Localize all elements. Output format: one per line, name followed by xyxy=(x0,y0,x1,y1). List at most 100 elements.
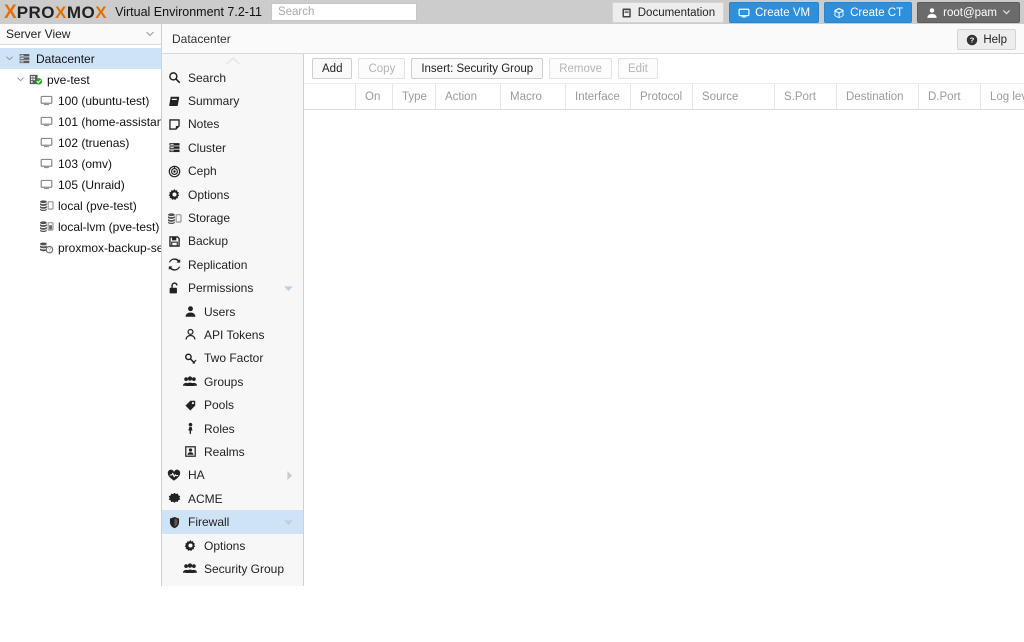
column-header-s-port[interactable]: S.Port xyxy=(775,84,837,109)
nav-collapse-toggle[interactable] xyxy=(162,54,303,66)
column-header-d-port[interactable]: D.Port xyxy=(919,84,981,109)
nav-item-users[interactable]: Users xyxy=(162,300,303,323)
user-label: root@pam xyxy=(943,6,997,19)
tree-item-local-lvm-pve-test[interactable]: local-lvm (pve-test) xyxy=(0,216,161,237)
nav-item-cluster[interactable]: Cluster xyxy=(162,136,303,159)
replication-icon xyxy=(162,258,186,271)
nav-item-label: Security Group xyxy=(204,561,285,576)
book-icon xyxy=(621,7,633,19)
tree-item-101-home-assistant[interactable]: 101 (home-assistant) xyxy=(0,111,161,132)
add-button[interactable]: Add xyxy=(312,58,353,79)
proxmox-web-ui: X PROXMOX Virtual Environment 7.2-11 Doc… xyxy=(0,0,1024,642)
storage-icon xyxy=(162,212,186,225)
tree-item-100-ubuntu-test[interactable]: 100 (ubuntu-test) xyxy=(0,90,161,111)
column-header-index[interactable] xyxy=(304,84,356,109)
tree-item-pve-test[interactable]: pve-test xyxy=(0,69,161,90)
help-button[interactable]: ? Help xyxy=(957,29,1016,50)
column-header-protocol[interactable]: Protocol xyxy=(631,84,693,109)
nav-item-ceph[interactable]: Ceph xyxy=(162,160,303,183)
insert-security-group-button[interactable]: Insert: Security Group xyxy=(411,58,544,79)
nav-item-ha[interactable]: HA xyxy=(162,464,303,487)
nav-item-api-tokens[interactable]: API Tokens xyxy=(162,323,303,346)
nav-item-realms[interactable]: Realms xyxy=(162,440,303,463)
top-header-bar: X PROXMOX Virtual Environment 7.2-11 Doc… xyxy=(0,0,1024,24)
datacenter-icon xyxy=(16,52,33,65)
nav-item-label: Storage xyxy=(188,211,231,226)
acme-icon xyxy=(162,492,186,505)
tree-item-label: local-lvm (pve-test) xyxy=(58,219,160,234)
pbs-icon: ? xyxy=(38,241,55,254)
column-header-on[interactable]: On xyxy=(356,84,393,109)
nav-item-pools[interactable]: Pools xyxy=(162,393,303,416)
nav-item-label: Groups xyxy=(204,374,244,389)
search-icon xyxy=(162,71,186,84)
firewall-rules-panel: Add Copy Insert: Security Group Remove Edit … xyxy=(304,54,1024,642)
tree-item-label: proxmox-backup-serv xyxy=(58,240,161,255)
tree-item-label: 100 (ubuntu-test) xyxy=(58,93,150,108)
nav-item-groups[interactable]: Groups xyxy=(162,370,303,393)
nav-item-backup[interactable]: Backup xyxy=(162,230,303,253)
nav-expand-down-icon[interactable] xyxy=(284,285,293,292)
create-ct-button[interactable]: Create CT xyxy=(824,2,913,23)
help-icon: ? xyxy=(966,34,978,46)
tree-item-datacenter[interactable]: Datacenter xyxy=(0,48,161,69)
column-header-interface[interactable]: Interface xyxy=(566,84,631,109)
proxmox-logo[interactable]: X PROXMOX xyxy=(4,0,107,24)
user-menu-button[interactable]: root@pam xyxy=(917,2,1020,23)
unlock-icon xyxy=(162,282,186,295)
cluster-icon xyxy=(162,141,186,154)
vm-icon xyxy=(38,115,55,128)
nav-item-roles[interactable]: Roles xyxy=(162,417,303,440)
tree-item-102-truenas[interactable]: 102 (truenas) xyxy=(0,132,161,153)
nav-item-storage[interactable]: Storage xyxy=(162,206,303,229)
create-vm-button[interactable]: Create VM xyxy=(729,2,820,23)
column-header-destination[interactable]: Destination xyxy=(837,84,919,109)
nav-expand-down-icon[interactable] xyxy=(284,519,293,526)
nav-item-acme[interactable]: ACME xyxy=(162,487,303,510)
nav-item-label: Users xyxy=(204,304,236,319)
nav-item-notes[interactable]: Notes xyxy=(162,113,303,136)
nav-item-two-factor[interactable]: Two Factor xyxy=(162,347,303,370)
create-vm-label: Create VM xyxy=(755,6,811,19)
documentation-button[interactable]: Documentation xyxy=(611,2,725,23)
nav-item-firewall[interactable]: Firewall xyxy=(162,510,303,534)
logo-x2: X xyxy=(55,2,67,22)
token-icon xyxy=(178,328,202,341)
tree-item-label: 101 (home-assistant) xyxy=(58,114,161,129)
tree-twisty[interactable] xyxy=(3,54,16,63)
column-header-source[interactable]: Source xyxy=(693,84,775,109)
column-header-type[interactable]: Type xyxy=(393,84,436,109)
global-search-box[interactable] xyxy=(270,3,417,21)
tree-item-local-pve-test[interactable]: local (pve-test) xyxy=(0,195,161,216)
tree-item-proxmox-backup-serv[interactable]: ? proxmox-backup-serv xyxy=(0,237,161,258)
resource-tree: Datacenter pve-test 100 (ubuntu-test) 101 (… xyxy=(0,45,161,587)
chevron-down-icon xyxy=(145,29,155,39)
backup-icon xyxy=(162,235,186,248)
column-header-action[interactable]: Action xyxy=(436,84,501,109)
nav-item-replication[interactable]: Replication xyxy=(162,253,303,276)
breadcrumb-bar: Datacenter ? Help xyxy=(162,24,1024,54)
nav-item-options[interactable]: Options xyxy=(162,183,303,206)
nav-expand-right-icon[interactable] xyxy=(286,470,293,480)
nav-item-summary[interactable]: Summary xyxy=(162,89,303,112)
svg-text:?: ? xyxy=(970,35,975,44)
column-header-log-leve[interactable]: Log leve xyxy=(981,84,1024,109)
storage-icon xyxy=(38,199,55,212)
summary-icon xyxy=(162,95,186,108)
search-input[interactable] xyxy=(275,5,412,19)
view-selector[interactable]: Server View xyxy=(0,24,161,45)
nav-item-label: Cluster xyxy=(188,140,227,155)
nav-item-permissions[interactable]: Permissions xyxy=(162,277,303,300)
vm-icon xyxy=(38,136,55,149)
column-header-macro[interactable]: Macro xyxy=(501,84,566,109)
key-icon xyxy=(178,352,202,365)
nav-item-security-group[interactable]: Security Group xyxy=(162,557,303,580)
nav-item-options[interactable]: Options xyxy=(162,534,303,557)
tree-item-label: Datacenter xyxy=(36,51,95,66)
tree-twisty[interactable] xyxy=(14,75,27,84)
tree-item-103-omv[interactable]: 103 (omv) xyxy=(0,153,161,174)
chevron-down-icon xyxy=(1002,8,1011,17)
tree-item-105-unraid[interactable]: 105 (Unraid) xyxy=(0,174,161,195)
realms-icon xyxy=(178,445,202,458)
nav-item-search[interactable]: Search xyxy=(162,66,303,89)
